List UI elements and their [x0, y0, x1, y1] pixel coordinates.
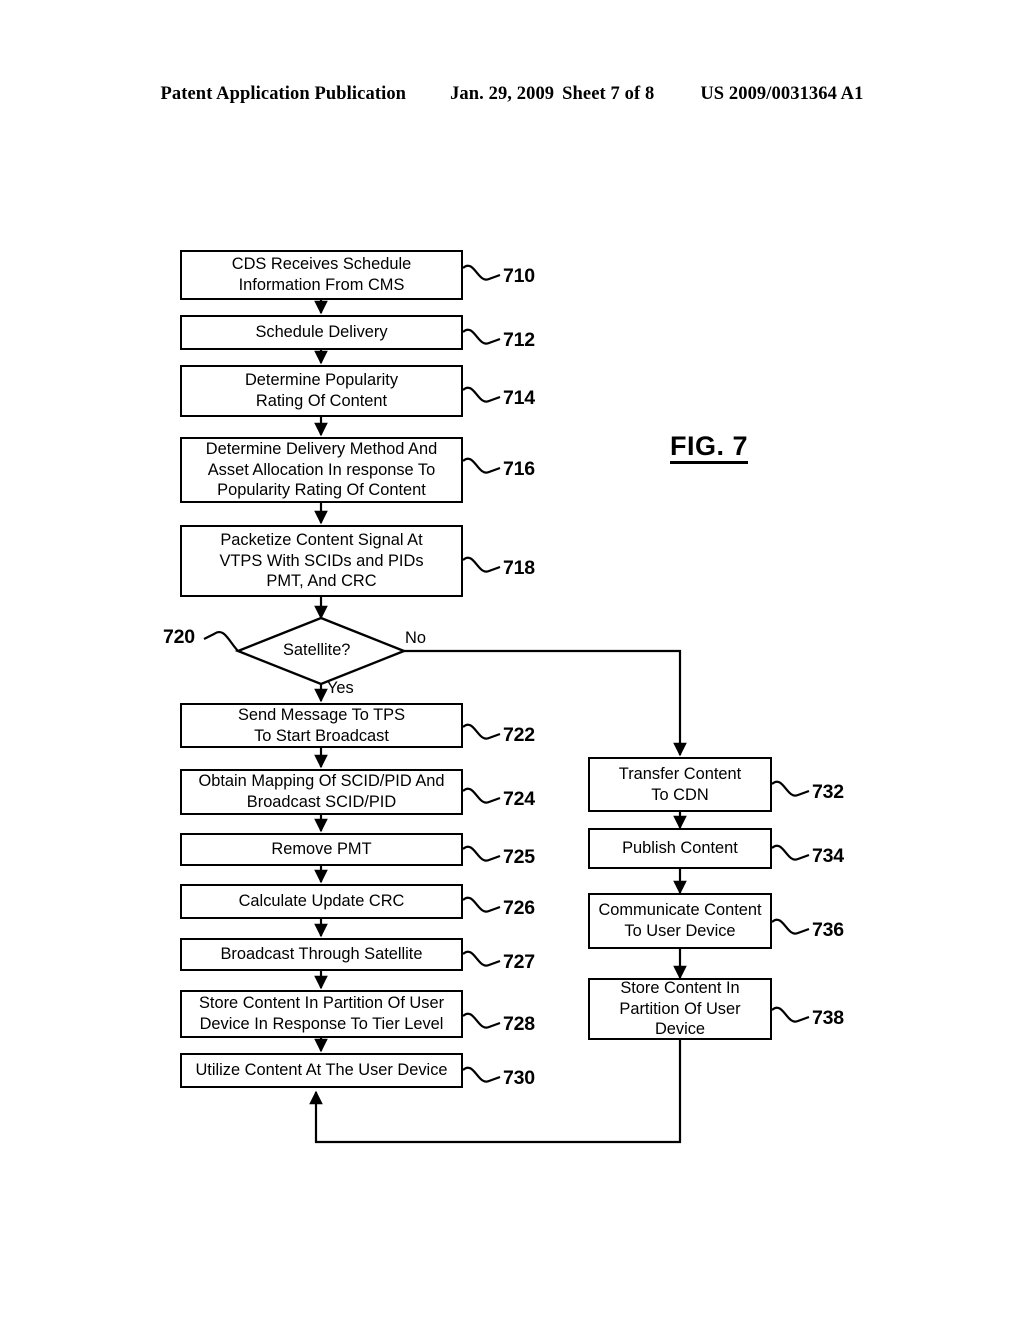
- flowchart-ref-736: 736: [812, 919, 844, 941]
- flowchart-ref-727: 727: [503, 951, 535, 973]
- flowchart-ref-716: 716: [503, 458, 535, 480]
- flowchart-node-728[interactable]: Store Content In Partition Of User Devic…: [180, 990, 463, 1038]
- flowchart-ref-720: 720: [163, 626, 195, 648]
- flowchart-node-725[interactable]: Remove PMT: [180, 833, 463, 866]
- figure-label: FIG. 7: [670, 432, 749, 465]
- flowchart-node-730[interactable]: Utilize Content At The User Device: [180, 1053, 463, 1088]
- flowchart-ref-710: 710: [503, 265, 535, 287]
- flowchart-ref-734: 734: [812, 845, 844, 867]
- flowchart-node-727[interactable]: Broadcast Through Satellite: [180, 938, 463, 971]
- flowchart-node-736[interactable]: Communicate Content To User Device: [588, 893, 772, 949]
- flowchart-decision-720-label: Satellite?: [283, 641, 351, 659]
- branch-label-no: No: [405, 629, 426, 647]
- flowchart-ref-712: 712: [503, 329, 535, 351]
- flowchart-node-716[interactable]: Determine Delivery Method And Asset Allo…: [180, 437, 463, 503]
- flowchart-ref-730: 730: [503, 1067, 535, 1089]
- flowchart-ref-726: 726: [503, 897, 535, 919]
- flowchart-ref-738: 738: [812, 1007, 844, 1029]
- flowchart-node-738[interactable]: Store Content In Partition Of User Devic…: [588, 978, 772, 1040]
- flowchart-connectors: [203, 264, 810, 1144]
- flowchart-node-718[interactable]: Packetize Content Signal At VTPS With SC…: [180, 525, 463, 597]
- flowchart-node-722[interactable]: Send Message To TPS To Start Broadcast: [180, 703, 463, 748]
- flowchart-node-714[interactable]: Determine Popularity Rating Of Content: [180, 365, 463, 417]
- flowchart-node-734[interactable]: Publish Content: [588, 828, 772, 869]
- flowchart-node-710[interactable]: CDS Receives Schedule Information From C…: [180, 250, 463, 300]
- flowchart-ref-728: 728: [503, 1013, 535, 1035]
- flowchart-ref-722: 722: [503, 724, 535, 746]
- flowchart-ref-732: 732: [812, 781, 844, 803]
- flowchart-ref-724: 724: [503, 788, 535, 810]
- flowchart-node-726[interactable]: Calculate Update CRC: [180, 884, 463, 919]
- flowchart-ref-714: 714: [503, 387, 535, 409]
- flowchart-ref-718: 718: [503, 557, 535, 579]
- branch-label-yes: Yes: [327, 679, 354, 697]
- flowchart-figure: CDS Receives Schedule Information From C…: [0, 0, 1024, 1320]
- flowchart-node-732[interactable]: Transfer Content To CDN: [588, 757, 772, 812]
- flowchart-node-712[interactable]: Schedule Delivery: [180, 315, 463, 350]
- flowchart-ref-725: 725: [503, 846, 535, 868]
- flowchart-node-724[interactable]: Obtain Mapping Of SCID/PID And Broadcast…: [180, 769, 463, 815]
